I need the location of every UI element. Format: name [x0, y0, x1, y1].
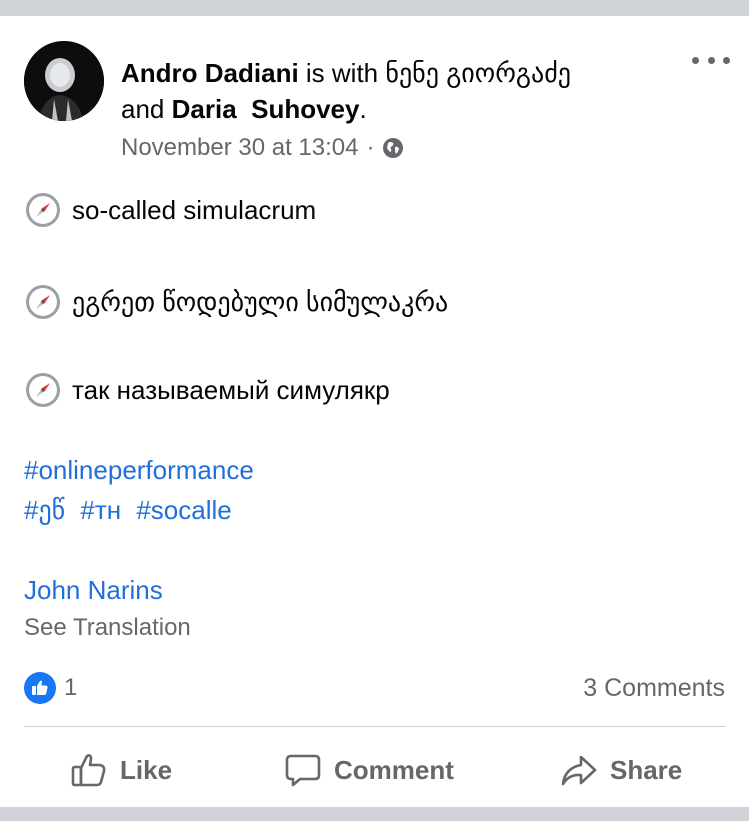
post-header-line-2: and Daria Suhovey. — [121, 92, 367, 126]
like-button[interactable]: Like — [70, 748, 172, 792]
tagged-user-2[interactable]: Daria Suhovey — [172, 94, 360, 124]
more-dot-icon — [707, 56, 715, 64]
compass-emoji-icon — [26, 285, 60, 319]
compass-emoji-icon — [26, 373, 60, 407]
globe-icon[interactable] — [382, 137, 404, 159]
post-text-line: so-called simulacrum — [24, 191, 316, 229]
feed-separator-bottom — [0, 807, 749, 821]
reaction-count[interactable]: 1 — [64, 672, 77, 704]
hashtag-link[interactable]: #onlineperformance — [24, 455, 254, 485]
timestamp[interactable]: November 30 at 13:04 — [121, 132, 358, 164]
share-label: Share — [610, 754, 683, 785]
comment-bubble-icon — [285, 754, 321, 787]
post-meta: November 30 at 13:04 · — [121, 132, 404, 164]
post-text: so-called simulacrum — [72, 195, 317, 225]
avatar[interactable] — [24, 41, 104, 121]
post-header-line-1: Andro Dadiani is with ნენე გიორგაძე — [121, 56, 571, 90]
compass-emoji-icon — [26, 193, 60, 227]
thumbs-up-icon — [32, 680, 48, 695]
hashtags-line-1: #onlineperformance — [24, 453, 262, 487]
hashtag-link[interactable]: #socalle — [136, 495, 231, 525]
tagged-user-1[interactable]: ნენე გიორგაძე — [385, 58, 571, 88]
header-period: . — [359, 94, 367, 124]
post-text-line: ეგრეთ წოდებული სიმულაკრა — [24, 283, 448, 321]
like-label: Like — [120, 754, 173, 785]
post-text: ეგრეთ წოდებული სიმულაკრა — [72, 287, 449, 317]
author-name[interactable]: Andro Dadiani — [121, 58, 299, 88]
share-button[interactable]: Share — [560, 748, 682, 792]
share-arrow-icon — [561, 755, 597, 786]
and-text: and — [121, 94, 165, 124]
comments-count[interactable]: 3 Comments — [583, 672, 725, 704]
actions-divider — [24, 726, 726, 727]
feed-separator-top — [0, 0, 749, 16]
post-text-line: так называемый симулякр — [24, 371, 390, 409]
comment-button[interactable]: Comment — [284, 748, 454, 792]
more-options-button[interactable] — [692, 50, 730, 70]
see-translation-link[interactable]: See Translation — [24, 612, 191, 644]
hashtag-link[interactable]: #ეწ — [24, 495, 65, 525]
thumbs-up-outline-icon — [71, 754, 106, 787]
hashtags-line-2: #ეწ #тн #socalle — [24, 493, 240, 527]
thumbs-up-badge-icon[interactable] — [24, 672, 56, 704]
meta-dot: · — [366, 134, 375, 161]
hashtag-link[interactable]: #тн — [80, 495, 121, 525]
comment-label: Comment — [334, 754, 454, 785]
avatar-image — [24, 41, 104, 121]
mentioned-user-link[interactable]: John Narins — [24, 573, 163, 607]
more-dot-icon — [723, 56, 730, 64]
with-text: is with — [305, 58, 379, 88]
post-text: так называемый симулякр — [72, 375, 390, 405]
more-dot-icon — [692, 56, 699, 64]
